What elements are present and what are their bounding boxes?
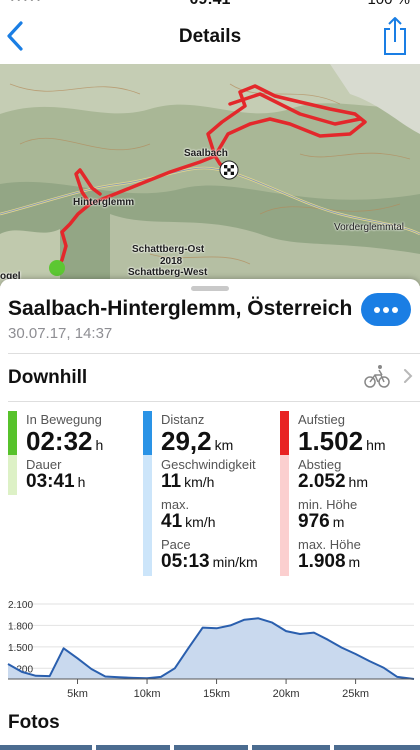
y-tick-label: 2.100	[8, 600, 33, 611]
x-tick-label: 15km	[203, 688, 230, 700]
elevation-profile-chart[interactable]: 2.1001.8001.5001.2005km 10km 15km 20km 25km	[0, 594, 420, 704]
divider	[8, 401, 420, 402]
activity-datetime: 30.07.17, 14:37	[8, 325, 113, 342]
x-tick-label: 10km	[134, 688, 161, 700]
finish-flag-icon	[219, 160, 239, 180]
photo-strip[interactable]	[0, 745, 420, 750]
photo-thumbnail[interactable]	[0, 745, 92, 750]
ascent-color-bar-light	[280, 455, 289, 576]
dot-icon	[383, 307, 389, 313]
activity-type: Downhill	[8, 367, 88, 388]
map-label-schattberg-ost: Schattberg-Ost	[132, 244, 205, 255]
map-canvas	[0, 64, 420, 286]
map-label-elevation: 2018	[160, 256, 183, 267]
ascent-value: 1.502 hm	[298, 426, 386, 456]
duration-label: Dauer	[26, 457, 62, 472]
dot-icon	[374, 307, 380, 313]
status-bar: ••••• 09:41 100 %	[0, 0, 420, 8]
stat-column-ascent: Aufstieg 1.502 hm Abstieg 2.052 hm min. Hö…	[280, 411, 410, 576]
bike-icon[interactable]	[364, 363, 390, 389]
details-sheet: Saalbach-Hinterglemm, Österreich 30.07.1…	[0, 279, 420, 750]
photo-thumbnail[interactable]	[174, 745, 248, 750]
min-elevation-value: 976 m	[298, 511, 345, 532]
distance-color-bar-light	[143, 455, 152, 576]
y-tick-label: 1.800	[8, 621, 33, 632]
more-options-button[interactable]	[361, 293, 411, 326]
distance-value: 29,2 km	[161, 426, 234, 456]
stat-column-motion: In Bewegung 02:32 h Dauer 03:41 h	[8, 411, 138, 576]
photos-heading: Fotos	[8, 712, 60, 733]
start-marker-icon	[49, 260, 65, 276]
y-tick-label: 1.500	[8, 643, 33, 654]
max-speed-label: max.	[161, 497, 190, 512]
x-tick-label: 20km	[273, 688, 300, 700]
distance-label: Distanz	[161, 412, 205, 427]
divider	[8, 353, 420, 354]
motion-color-bar	[8, 411, 17, 455]
dot-icon	[392, 307, 398, 313]
speed-value: 11 km/h	[161, 471, 215, 492]
route-map[interactable]: Saalbach Hinterglemm Schattberg-Ost 2018…	[0, 64, 420, 286]
descent-value: 2.052 hm	[298, 471, 368, 492]
map-label-schattberg-west: Schattberg-West	[128, 267, 208, 278]
ascent-color-bar	[280, 411, 289, 455]
status-time: 09:41	[0, 0, 420, 8]
map-label-hinterglemm: Hinterglemm	[73, 197, 135, 208]
x-tick-label: 25km	[342, 688, 369, 700]
stat-column-distance: Distanz 29,2 km Geschwindigkeit 11 km/h ma…	[143, 411, 273, 576]
map-label-saalbach: Saalbach	[184, 148, 228, 159]
duration-value: 03:41 h	[26, 471, 86, 492]
max-elevation-label: max. Höhe	[298, 537, 361, 552]
motion-color-bar-light	[8, 455, 17, 495]
navigation-bar: Details	[0, 8, 420, 64]
motion-value: 02:32 h	[26, 426, 104, 456]
sheet-drag-handle[interactable]	[191, 286, 229, 291]
chevron-right-icon[interactable]	[403, 368, 413, 384]
photo-thumbnail[interactable]	[252, 745, 330, 750]
speed-label: Geschwindigkeit	[161, 457, 256, 472]
motion-label: In Bewegung	[26, 412, 102, 427]
max-speed-value: 41 km/h	[161, 511, 216, 532]
photo-thumbnail[interactable]	[334, 745, 420, 750]
distance-color-bar	[143, 411, 152, 455]
descent-label: Abstieg	[298, 457, 342, 472]
ascent-label: Aufstieg	[298, 412, 345, 427]
x-tick-label: 5km	[67, 688, 88, 700]
pace-value: 05:13 min/km	[161, 551, 258, 572]
map-label-vorderglemmtal: Vorderglemmtal	[334, 222, 405, 233]
battery-level: 100 %	[367, 0, 410, 8]
max-elevation-value: 1.908 m	[298, 551, 361, 572]
pace-label: Pace	[161, 537, 191, 552]
share-icon[interactable]	[382, 16, 408, 56]
min-elevation-label: min. Höhe	[298, 497, 358, 512]
location-title: Saalbach-Hinterglemm, Österreich	[8, 297, 353, 320]
page-title: Details	[178, 26, 242, 47]
photo-thumbnail[interactable]	[96, 745, 170, 750]
